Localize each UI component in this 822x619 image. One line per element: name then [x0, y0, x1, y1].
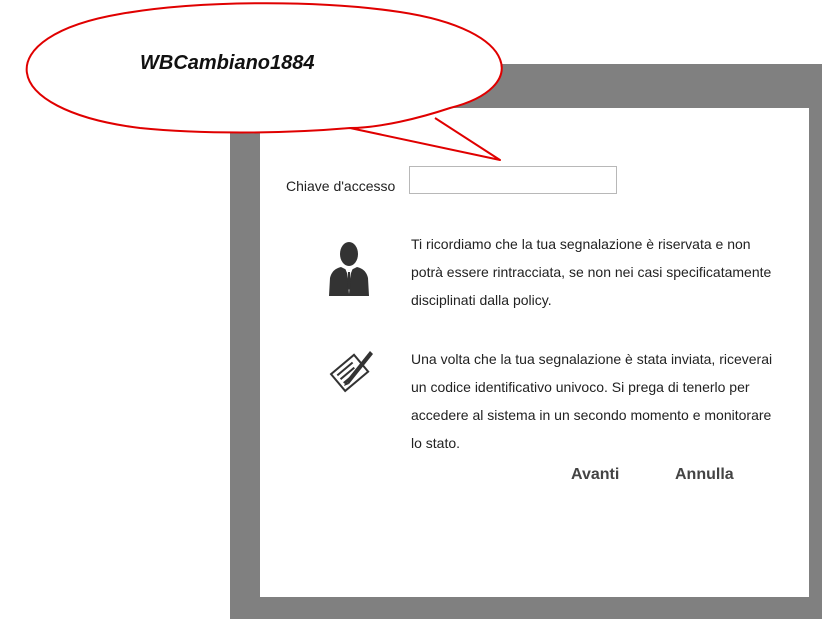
access-key-input[interactable] [409, 166, 617, 194]
report-code-info-text: Una volta che la tua segnalazione è stat… [411, 351, 773, 451]
screen: Chiave d'accesso Ti ricordiamo che la tu… [0, 0, 822, 619]
privacy-info-text: Ti ricordiamo che la tua segnalazione è … [411, 236, 772, 308]
signed-document-icon [329, 351, 373, 393]
access-key-label: Chiave d'accesso [286, 178, 396, 194]
next-button[interactable]: Avanti [571, 466, 619, 484]
user-icon [329, 242, 369, 296]
callout-text: WBCambiano1884 [140, 52, 315, 74]
cancel-button[interactable]: Annulla [675, 466, 734, 484]
